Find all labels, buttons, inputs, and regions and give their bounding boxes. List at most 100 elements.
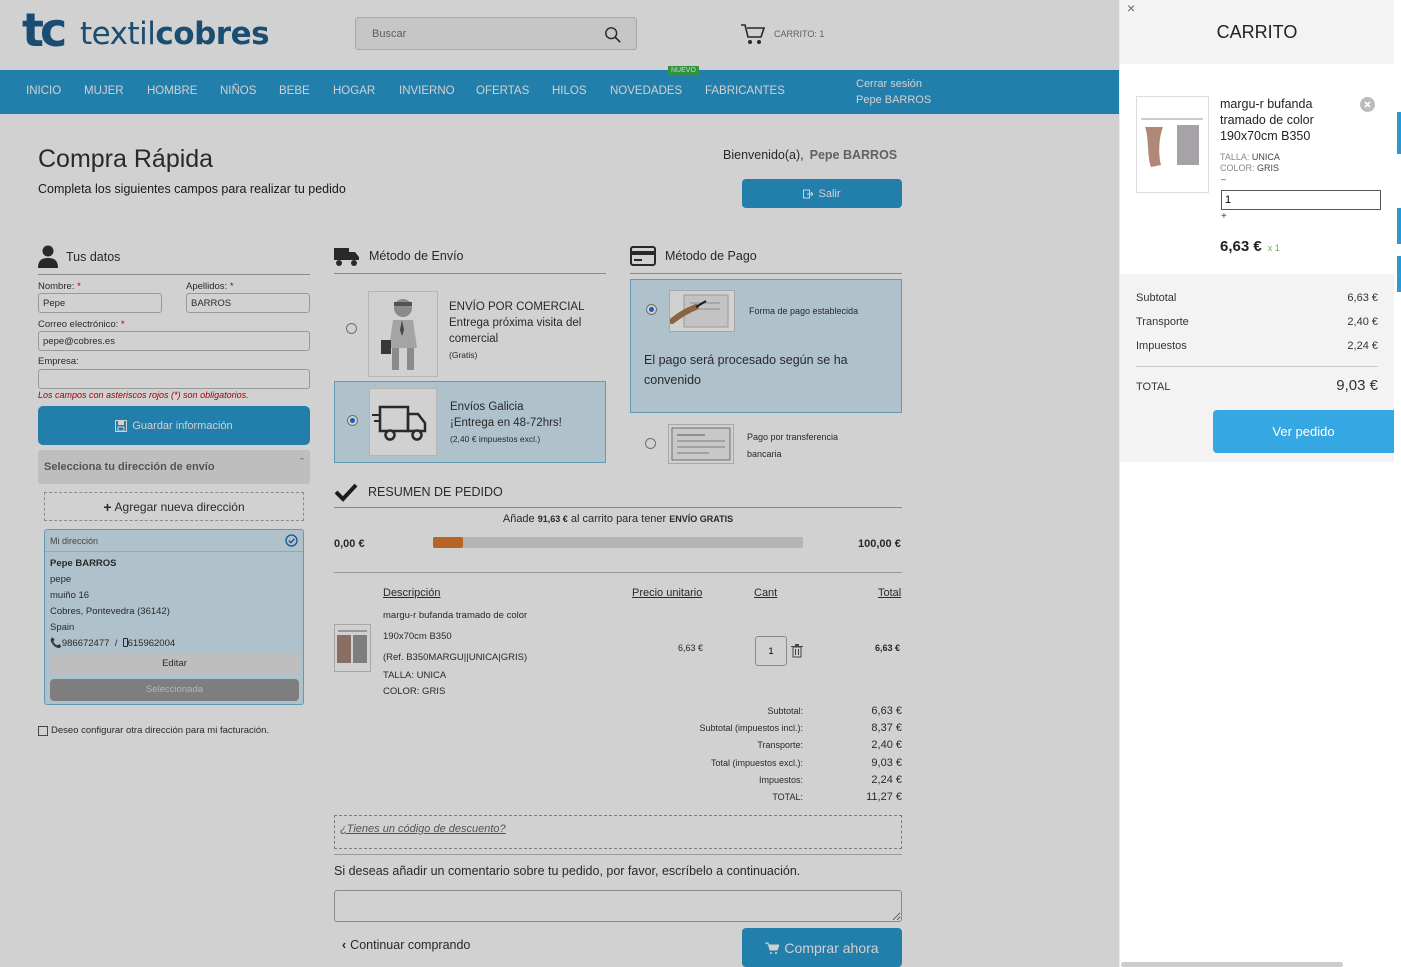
session-user[interactable]: Pepe BARROS [856, 92, 931, 108]
nav-bebe[interactable]: BEBE [279, 85, 310, 97]
nav-invierno[interactable]: INVIERNO [399, 85, 455, 97]
side-qty-input[interactable] [1221, 190, 1381, 210]
side-color-value: GRIS [1257, 163, 1280, 173]
header-cart-link[interactable]: CARRITO: 1 [740, 22, 824, 46]
nav-hombre[interactable]: HOMBRE [147, 85, 197, 97]
comercial-text: ENVÍO POR COMERCIAL Entrega próxima visi… [449, 299, 584, 363]
address-selected-button[interactable]: Seleccionada [50, 679, 299, 701]
nav-mujer[interactable]: MUJER [84, 85, 124, 97]
shipping-radio-galicia[interactable] [347, 415, 358, 426]
delivery-truck-icon [372, 405, 427, 441]
side-talla: TALLA: UNICA [1220, 152, 1280, 163]
nav-hogar[interactable]: HOGAR [333, 85, 375, 97]
signing-document-icon [669, 294, 729, 328]
apellidos-label-text: Apellidos: [186, 281, 228, 292]
remove-item-icon[interactable] [1360, 97, 1375, 112]
side-impuestos-value: 2,24 € [1347, 340, 1378, 352]
welcome-label: Bienvenido(a), [723, 148, 804, 162]
nav-ninos[interactable]: NIÑOS [220, 85, 256, 97]
pago-heading-label: Método de Pago [665, 249, 757, 263]
continue-shopping-link[interactable]: ‹ Continuar comprando [342, 938, 470, 952]
nav-hilos[interactable]: HILOS [552, 85, 587, 97]
promo-amount: 91,63 € [537, 514, 568, 524]
salir-button[interactable]: Salir [742, 179, 902, 208]
search-icon[interactable] [604, 26, 622, 44]
edge-accent [1397, 208, 1401, 244]
col-description[interactable]: Descripción [383, 587, 440, 599]
payment-radio-transfer[interactable] [645, 438, 656, 449]
view-order-button[interactable]: Ver pedido [1213, 410, 1394, 453]
email-input[interactable] [38, 331, 310, 351]
address-selector[interactable]: Selecciona tu dirección de envío ˆ [38, 450, 310, 484]
chevron-up-icon[interactable]: ˆ [300, 457, 304, 469]
side-cart-product-image[interactable] [1136, 96, 1209, 193]
apellidos-input[interactable] [186, 293, 310, 313]
nav-fabricantes[interactable]: FABRICANTES [705, 85, 785, 97]
payment-option-transfer[interactable]: Pago por transferencia bancaria [630, 420, 902, 466]
logo[interactable]: tc textilcobres [22, 4, 270, 64]
buy-now-label: Comprar ahora [784, 939, 879, 956]
search-input[interactable] [356, 18, 586, 49]
shipping-option-galicia[interactable]: Envíos Galicia ¡Entrega en 48-72hrs! (2,… [334, 381, 606, 463]
col-unit-price[interactable]: Precio unitario [632, 587, 702, 599]
payment-established-label: Forma de pago establecida [749, 306, 859, 316]
transporte-label: Transporte: [757, 740, 803, 750]
nav-new-badge: NUEVO [668, 66, 699, 75]
progress-min: 0,00 € [334, 538, 365, 550]
logout-link[interactable]: Cerrar sesión [856, 76, 931, 92]
item-quantity-input[interactable] [755, 636, 787, 666]
billing-checkbox-label: Deseo configurar otra dirección para mi … [51, 725, 270, 736]
search-box [355, 17, 637, 50]
nav-ofertas[interactable]: OFERTAS [476, 85, 529, 97]
nav-inicio[interactable]: INICIO [26, 85, 61, 97]
billing-checkbox[interactable] [38, 725, 48, 736]
trash-icon[interactable] [791, 644, 803, 658]
buy-now-button[interactable]: Comprar ahora [742, 928, 902, 967]
comment-textarea[interactable] [334, 890, 902, 922]
scarf-thumbnail-icon [337, 630, 367, 663]
horizontal-scrollbar[interactable] [1121, 962, 1343, 967]
user-icon [38, 245, 58, 268]
address-phones: 📞986672477 / 615962004 [50, 636, 175, 652]
main-nav: INICIO MUJER HOMBRE NIÑOS BEBE HOGAR INV… [0, 66, 1119, 114]
add-address-button[interactable]: + Agregar nueva dirección [44, 492, 304, 521]
bank-cheque-icon [671, 427, 731, 461]
nav-novedades[interactable]: NOVEDADES [610, 85, 682, 97]
promo-prefix: Añade [502, 513, 535, 525]
logout-icon [803, 189, 814, 198]
free-shipping-progress-bar [433, 537, 803, 548]
empresa-input[interactable] [38, 369, 310, 389]
close-icon[interactable]: × [1127, 0, 1135, 16]
col-total[interactable]: Total [878, 587, 901, 599]
side-qty-note: x 1 [1267, 243, 1280, 253]
page: tc textilcobres CARRITO: 1 INICIO MUJER … [0, 0, 1119, 967]
nombre-label: Nombre: * [38, 281, 162, 292]
address-name: Pepe BARROS [50, 558, 117, 569]
payment-option-established[interactable]: Forma de pago establecida El pago será p… [630, 279, 902, 413]
payment-radio-established[interactable] [646, 304, 657, 315]
cart-item-image[interactable] [334, 624, 371, 672]
shipping-radio-comercial[interactable] [346, 323, 357, 334]
email-label-text: Correo electrónico: [38, 319, 119, 330]
address-edit-button[interactable]: Editar [50, 654, 299, 674]
required-note: Los campos con asteriscos rojos (*) son … [38, 390, 249, 400]
address-mobile: 615962004 [127, 638, 176, 649]
save-info-button[interactable]: Guardar información [38, 406, 310, 445]
side-cart-product-name[interactable]: margu-r bufanda tramado de color 190x70c… [1220, 96, 1314, 144]
truck-icon [334, 248, 359, 266]
address-street: muiño 16 [50, 590, 90, 601]
qty-increment-button[interactable]: + [1221, 211, 1227, 222]
subtotal-incl-label: Subtotal (impuestos incl.): [699, 723, 803, 733]
payment-established-image [669, 290, 735, 332]
discount-code-link[interactable]: ¿Tienes un código de descuento? [340, 823, 506, 835]
credit-card-icon [630, 246, 656, 266]
nombre-input[interactable] [38, 293, 162, 313]
address-card[interactable]: Mi dirección Pepe BARROS pepe muiño 16 C… [44, 529, 304, 705]
col-quantity[interactable]: Cant [754, 587, 777, 599]
divider [1136, 366, 1378, 367]
apellidos-label: Apellidos: * [186, 281, 310, 292]
comment-label: Si deseas añadir un comentario sobre tu … [334, 864, 801, 878]
qty-decrement-button[interactable]: – [1221, 174, 1226, 184]
shipping-option-comercial[interactable]: ENVÍO POR COMERCIAL Entrega próxima visi… [334, 285, 606, 377]
transporte-value: 2,40 € [871, 739, 902, 751]
